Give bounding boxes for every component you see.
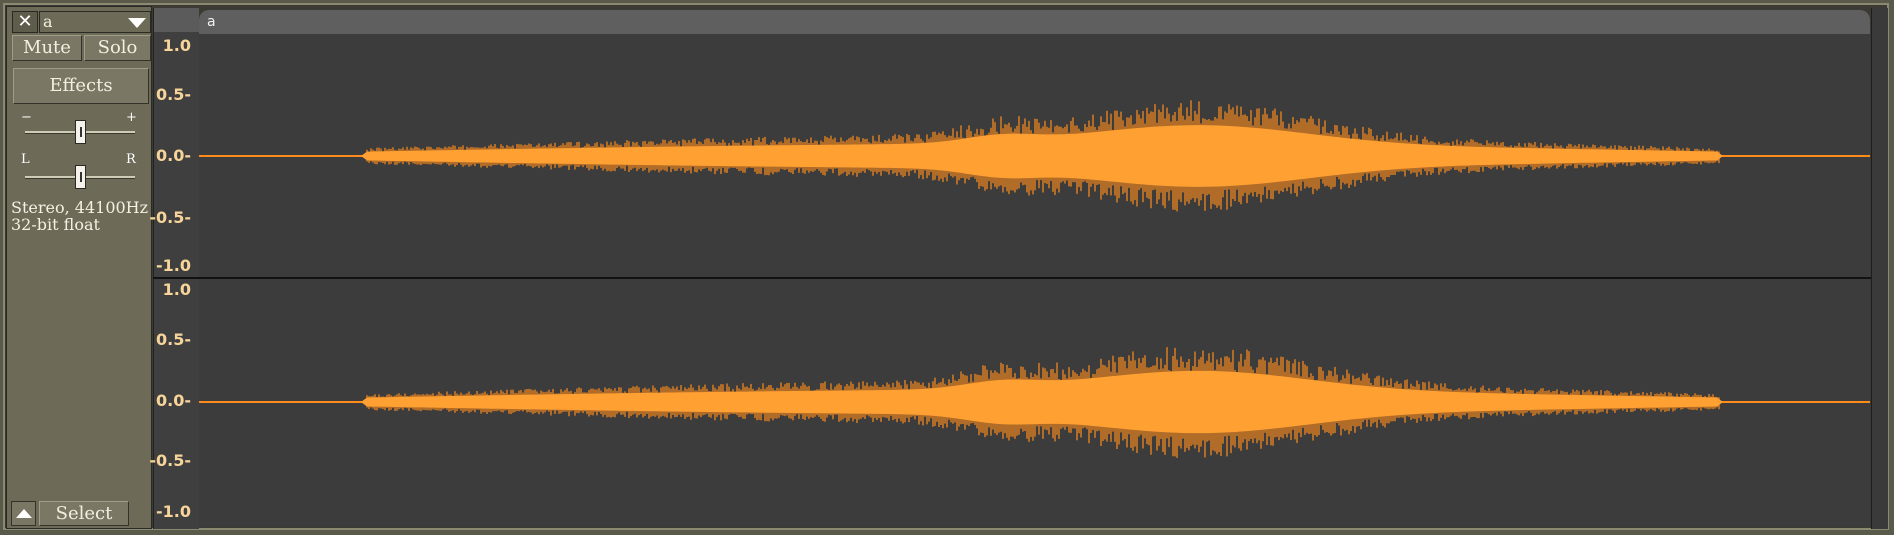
- gain-slider-thumb[interactable]: [74, 120, 86, 144]
- gain-minus-label: −: [21, 110, 32, 125]
- select-button[interactable]: Select: [39, 501, 129, 526]
- tick-label: 1.0: [162, 280, 191, 299]
- waveform-rms: [199, 125, 1867, 187]
- track-name: a: [43, 12, 53, 31]
- track-format: Stereo, 44100Hz: [11, 198, 149, 217]
- waveform-right: [199, 347, 1870, 458]
- waveform-channel-right[interactable]: [199, 279, 1870, 527]
- waveform-left: [199, 100, 1870, 212]
- collapse-track-button[interactable]: [11, 501, 36, 526]
- track-name-menu[interactable]: a: [39, 11, 151, 33]
- clip-title-bar[interactable]: a: [199, 10, 1870, 34]
- mute-button[interactable]: Mute: [12, 35, 82, 61]
- tick-label: 1.0: [162, 36, 191, 55]
- track-right-edge: [1871, 8, 1888, 529]
- close-track-button[interactable]: ✕: [12, 11, 38, 33]
- amplitude-ruler: 1.0 0.5- 0.0- -0.5- -1.0 1.0 0.5- 0.0- -…: [149, 8, 199, 529]
- pan-left-label: L: [21, 152, 30, 167]
- tick-label: -0.5-: [149, 451, 191, 470]
- tick-label: 0.5-: [156, 330, 191, 349]
- tick-label: 0.0-: [156, 146, 191, 165]
- waveform-channel-left[interactable]: [199, 34, 1870, 277]
- ruler-header: [154, 8, 199, 32]
- close-icon: ✕: [17, 11, 33, 32]
- dropdown-arrow-icon: [128, 18, 146, 28]
- tick-label: -1.0: [156, 502, 191, 521]
- tick-label: -1.0: [156, 256, 191, 275]
- pan-slider-thumb[interactable]: [74, 165, 86, 189]
- clip-name: a: [207, 14, 216, 30]
- waveform-rms: [199, 370, 1867, 434]
- tick-label: -0.5-: [149, 208, 191, 227]
- track-bit-depth: 32-bit float: [11, 215, 100, 234]
- track-info: Stereo, 44100Hz 32-bit float: [11, 199, 151, 233]
- solo-button[interactable]: Solo: [84, 35, 151, 61]
- pan-right-label: R: [126, 152, 136, 167]
- tick-label: 0.0-: [156, 391, 191, 410]
- effects-button[interactable]: Effects: [13, 68, 149, 104]
- gain-plus-label: +: [126, 110, 137, 125]
- track-control-panel: ✕ a Mute Solo Effects − + L R Stereo, 44…: [6, 6, 152, 529]
- tick-label: 0.5-: [156, 85, 191, 104]
